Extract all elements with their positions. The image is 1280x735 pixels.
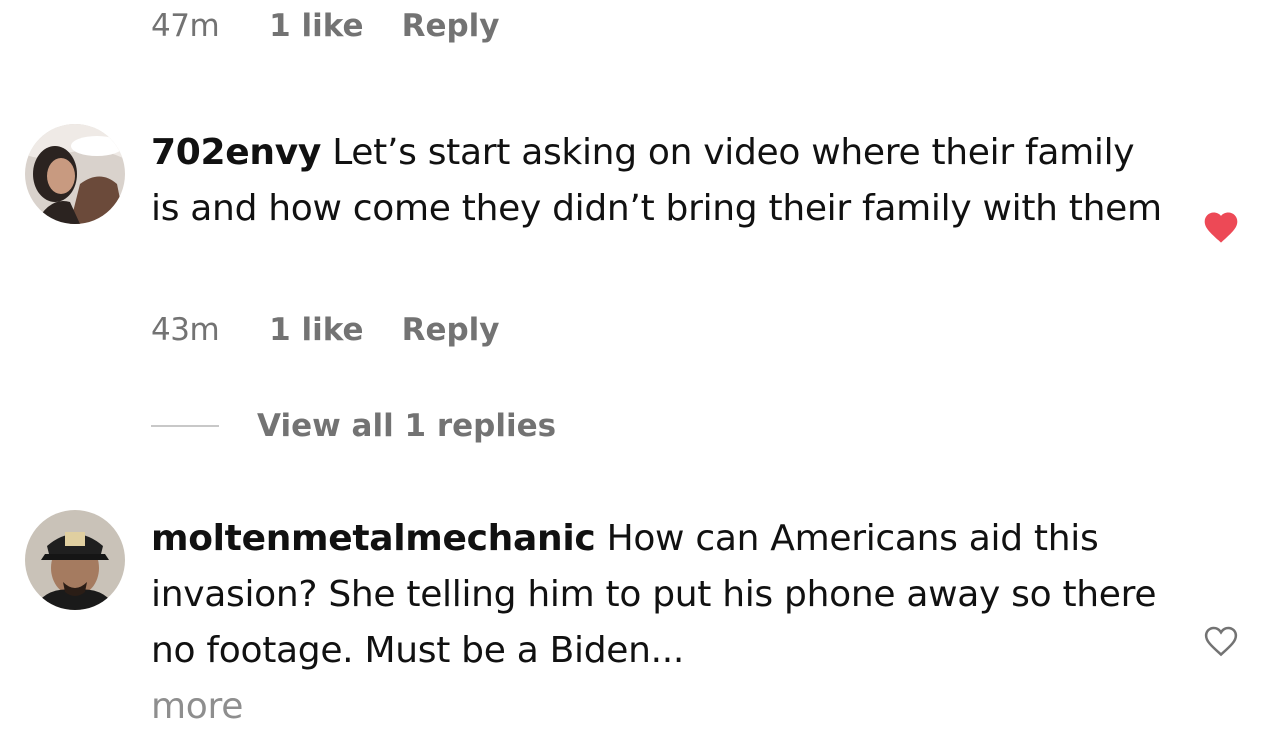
comment-like-count[interactable]: 1 like: [269, 8, 363, 44]
user-avatar-image: [25, 510, 125, 610]
comment-timestamp: 43m: [151, 312, 220, 348]
comment-meta-row: 47m 1 like Reply: [151, 8, 500, 44]
view-replies-button[interactable]: View all 1 replies: [257, 408, 556, 444]
comment-body: moltenmetalmechanic How can Americans ai…: [151, 511, 1171, 735]
comment-like-count[interactable]: 1 like: [269, 312, 363, 348]
comment-timestamp: 47m: [151, 8, 220, 44]
like-button[interactable]: [1202, 622, 1240, 658]
avatar[interactable]: [25, 124, 125, 224]
reply-button[interactable]: Reply: [402, 312, 500, 348]
avatar[interactable]: [25, 510, 125, 610]
user-avatar-image: [25, 124, 125, 224]
comment-username[interactable]: 702envy: [151, 132, 321, 173]
comment-body: 702envy Let’s start asking on video wher…: [151, 125, 1171, 237]
view-replies-row[interactable]: View all 1 replies: [151, 408, 556, 444]
replies-divider: [151, 425, 219, 427]
more-link[interactable]: more: [151, 679, 1171, 735]
comment-meta-row: 43m 1 like Reply: [151, 312, 500, 348]
reply-button[interactable]: Reply: [402, 8, 500, 44]
like-button[interactable]: [1202, 208, 1240, 244]
comment-username[interactable]: moltenmetalmechanic: [151, 518, 596, 559]
heart-outline-icon: [1204, 626, 1238, 657]
heart-filled-icon: [1204, 212, 1238, 243]
